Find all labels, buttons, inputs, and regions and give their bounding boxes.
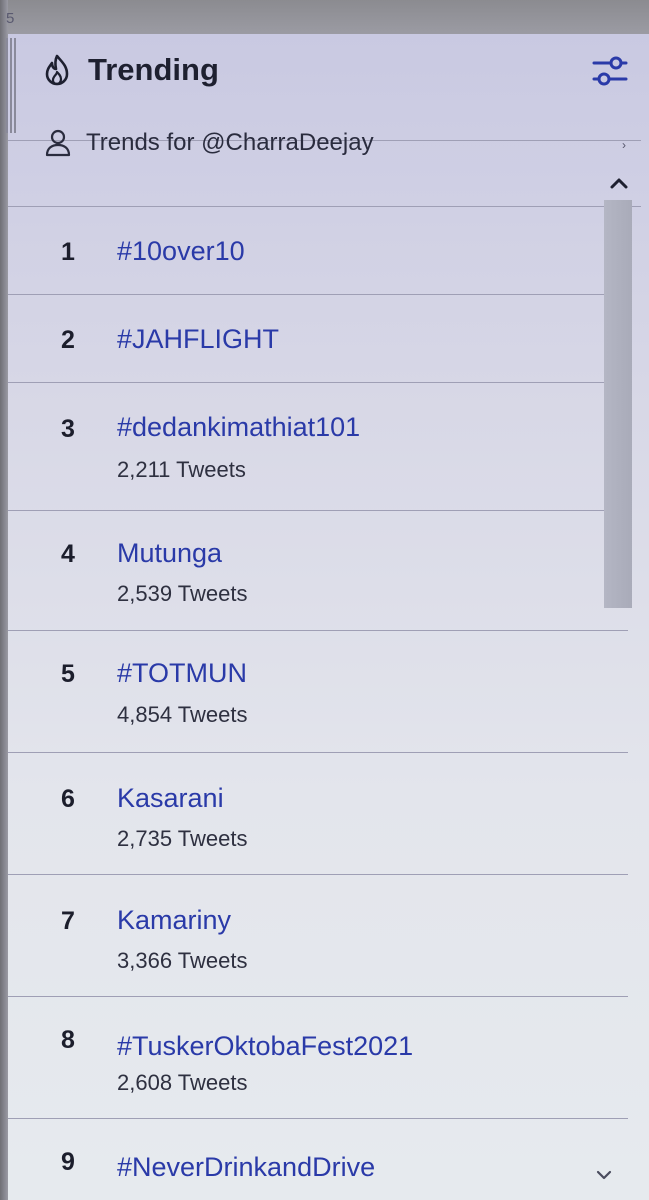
trend-item[interactable]: 8 #TuskerOktobaFest2021 2,608 Tweets <box>8 996 604 1118</box>
trends-location-selector[interactable]: Trends for @CharraDeejay <box>40 120 374 166</box>
trend-rank: 3 <box>61 415 75 443</box>
trend-name[interactable]: Mutunga <box>117 538 222 569</box>
scroll-down-icon[interactable] <box>592 1164 616 1186</box>
trend-rank: 1 <box>61 238 75 266</box>
tweet-count: 4,854 Tweets <box>117 702 248 727</box>
tweet-count: 2,735 Tweets <box>117 826 248 851</box>
trend-item[interactable]: 1 #10over10 <box>8 206 604 294</box>
column-drag-handle[interactable] <box>6 38 16 133</box>
column-number: 5 <box>6 10 15 27</box>
trend-name[interactable]: #TOTMUN <box>117 658 247 689</box>
sliders-icon[interactable] <box>590 52 630 90</box>
trend-rank: 8 <box>61 1026 75 1054</box>
trend-rank: 9 <box>61 1148 75 1176</box>
trend-name[interactable]: Kasarani <box>117 783 224 814</box>
person-icon <box>45 129 71 157</box>
trend-item[interactable]: 3 #dedankimathiat101 2,211 Tweets <box>8 382 604 510</box>
flame-icon <box>45 54 69 86</box>
trend-rank: 5 <box>61 660 75 688</box>
trend-name[interactable]: Kamariny <box>117 905 231 936</box>
trend-name[interactable]: #JAHFLIGHT <box>117 324 279 355</box>
tweet-count: 2,608 Tweets <box>117 1070 248 1095</box>
page-title: Trending <box>88 52 219 87</box>
window-edge <box>0 0 8 1200</box>
trend-item[interactable]: 4 Mutunga 2,539 Tweets <box>8 510 604 630</box>
tweet-count: 2,539 Tweets <box>117 581 248 606</box>
trend-item[interactable]: 9 #NeverDrinkandDrive <box>8 1118 604 1200</box>
trend-rank: 4 <box>61 540 75 568</box>
trend-item[interactable]: 2 #JAHFLIGHT <box>8 294 604 382</box>
trend-name[interactable]: #NeverDrinkandDrive <box>117 1152 375 1183</box>
monitor-bezel <box>0 0 649 34</box>
chevron-right-icon: › <box>622 138 626 152</box>
panel-header: Trending <box>30 34 630 106</box>
trend-rank: 7 <box>61 907 75 935</box>
trend-item[interactable]: 5 #TOTMUN 4,854 Tweets <box>8 630 604 752</box>
tweet-count: 3,366 Tweets <box>117 948 248 973</box>
trend-item[interactable]: 7 Kamariny 3,366 Tweets <box>8 874 604 996</box>
trend-item[interactable]: 6 Kasarani 2,735 Tweets <box>8 752 604 874</box>
trend-name[interactable]: #10over10 <box>117 236 245 267</box>
trend-rank: 2 <box>61 326 75 354</box>
tweet-count: 2,211 Tweets <box>117 457 246 482</box>
scrollbar-thumb[interactable] <box>604 200 632 608</box>
trend-name[interactable]: #TuskerOktobaFest2021 <box>117 1031 413 1062</box>
trend-rank: 6 <box>61 785 75 813</box>
trend-name[interactable]: #dedankimathiat101 <box>117 412 360 443</box>
scroll-up-icon[interactable] <box>608 172 630 194</box>
trends-for-label: Trends for @CharraDeejay <box>86 129 374 156</box>
